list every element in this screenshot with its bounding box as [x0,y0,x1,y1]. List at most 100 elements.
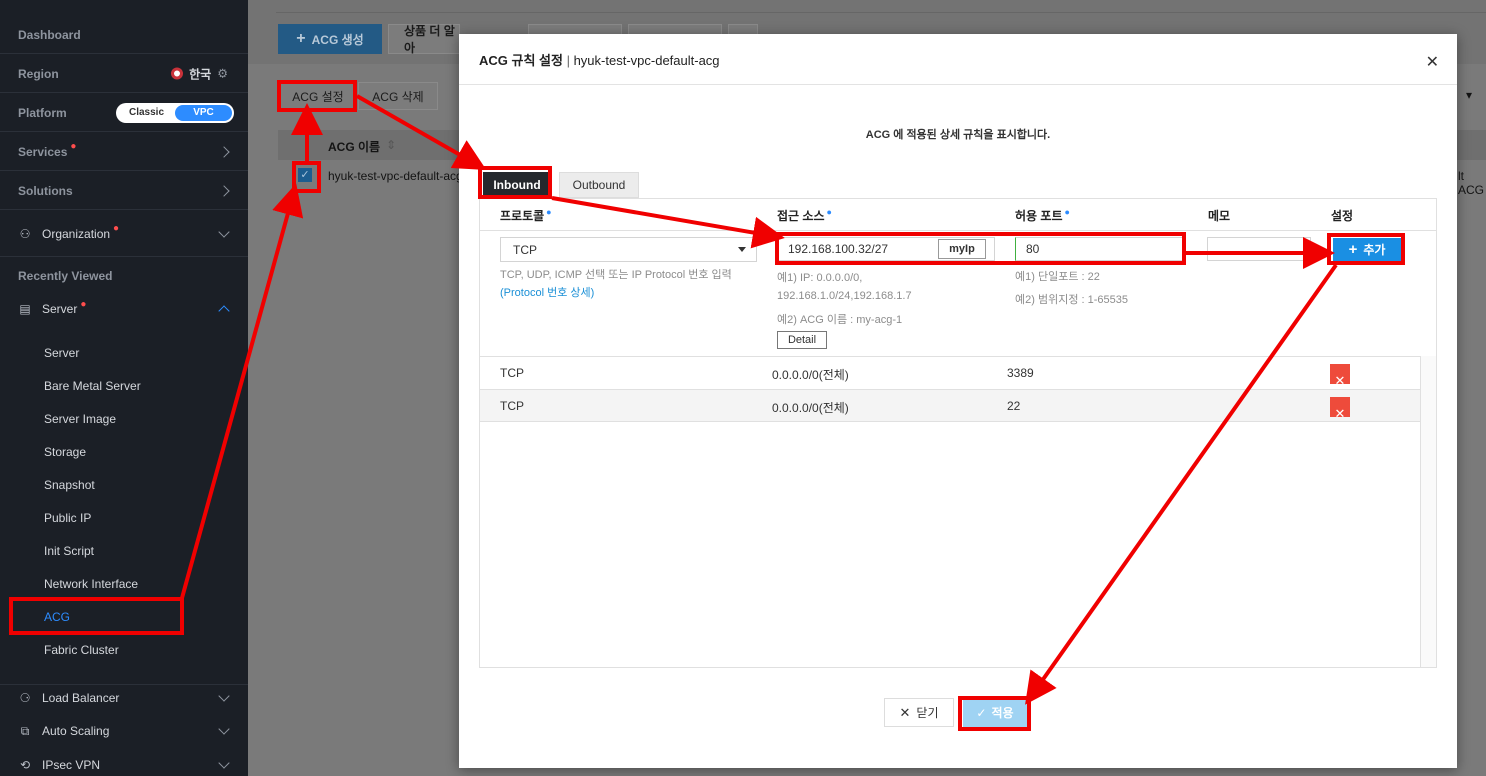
protocol-select[interactable]: TCP [500,237,757,262]
protocol-header-label: 프로토콜 [500,209,545,223]
platform-label: Platform [18,105,67,120]
detail-button[interactable]: Detail [777,331,827,349]
protocol-select-value: TCP [513,242,537,257]
sidebar-ipsec-vpn[interactable]: ⟲ IPsec VPN [0,752,248,776]
rules-scrollbar[interactable] [1420,356,1436,667]
region-label: Region [18,66,59,81]
sidebar-organization[interactable]: ⚇ Organization ● [0,211,248,257]
port-input[interactable]: 80 [1015,237,1185,261]
chevron-down-icon [218,757,230,769]
server-submenu-storage[interactable]: Storage [44,445,86,459]
rule-source: 0.0.0.0/0(전체) [772,368,849,382]
delete-rule-button[interactable]: ✕ [1330,397,1350,421]
organization-label: Organization [42,226,111,241]
platform-classic-option[interactable]: Classic [118,105,175,121]
solutions-label: Solutions [18,183,73,198]
modal-header-divider [459,84,1457,85]
sidebar-platform: Platform Classic VPC [0,94,248,132]
server-submenu-server[interactable]: Server [44,346,79,360]
port-header-label: 허용 포트 [1015,209,1063,223]
modal-description: ACG 에 적용된 상세 규칙을 표시합니다. [865,129,1051,141]
modal-title-text: ACG 규칙 설정 [479,53,563,68]
chevron-right-icon [218,145,230,158]
close-button-label: 닫기 [916,706,939,720]
server-submenu-public-ip[interactable]: Public IP [44,511,91,525]
source-header-label: 접근 소스 [777,209,825,223]
sidebar-auto-scaling[interactable]: ⧉ Auto Scaling [0,718,248,744]
dropdown-caret-icon[interactable]: ▾ [1466,88,1472,102]
source-help-line-2: 192.168.1.0/24,192.168.1.7 [777,290,912,302]
port-help-line-1: 예1) 단일포트 : 22 [1015,271,1100,283]
server-icon: ▤ [19,302,31,316]
create-acg-button[interactable]: + ACG 생성 [278,24,382,54]
tab-outbound[interactable]: Outbound [559,172,639,198]
close-icon: ✕ [1334,406,1346,421]
server-submenu-network-interface[interactable]: Network Interface [44,577,138,591]
auto-scaling-icon: ⧉ [20,723,30,738]
rule-port: 22 [1007,399,1021,413]
acg-settings-button[interactable]: ACG 설정 [280,82,356,110]
myip-button[interactable]: myIp [938,239,986,259]
memo-column-header: 메모 [1208,209,1231,223]
close-button[interactable]: ✕ 닫기 [884,698,954,727]
new-dot-icon: ● [80,298,87,310]
server-submenu-init-script[interactable]: Init Script [44,544,94,558]
acg-delete-button[interactable]: ACG 삭제 [358,82,438,110]
sidebar-solutions[interactable]: Solutions [0,172,248,210]
server-submenu-bare-metal[interactable]: Bare Metal Server [44,379,141,393]
platform-vpc-option[interactable]: VPC [175,104,232,121]
table-row: TCP 0.0.0.0/0(전체) 22 ✕ [480,389,1420,422]
services-label: Services [18,144,68,159]
top-divider [276,12,1486,13]
rule-source: 0.0.0.0/0(전체) [772,401,849,415]
modal-title: ACG 규칙 설정 | hyuk-test-vpc-default-acg [479,50,720,69]
create-acg-label: ACG 생성 [311,32,364,47]
acg-row-right-text: lt ACG [1458,169,1485,197]
auto-scaling-label: Auto Scaling [42,724,110,738]
sidebar-services[interactable]: Services ● [0,133,248,171]
close-icon: ✕ [1334,373,1346,388]
protocol-number-link[interactable]: Protocol 번호 상세 [504,287,591,299]
chevron-down-icon [218,723,230,735]
server-submenu-acg[interactable]: ACG [44,610,70,624]
close-icon[interactable]: ✕ [1426,52,1439,72]
apply-button[interactable]: ✓ 적용 [963,698,1027,727]
chevron-up-icon [218,305,230,317]
dashboard-label: Dashboard [18,27,81,42]
source-help: 예1) IP: 0.0.0.0/0, 192.168.1.0/24,192.16… [777,269,912,305]
new-dot-icon: ● [113,223,120,234]
server-submenu-fabric-cluster[interactable]: Fabric Cluster [44,643,119,657]
sidebar-server[interactable]: ▤ Server ● [0,296,248,322]
add-rule-label: 추가 [1363,243,1386,257]
port-help-line-2: 예2) 범위지정 : 1-65535 [1015,294,1128,306]
tab-inbound[interactable]: Inbound [483,172,551,198]
gear-icon[interactable]: ⚙ [217,67,228,81]
sort-icon[interactable]: ⇕ [386,138,396,152]
rules-table: 프로토콜 ● 접근 소스 ● 허용 포트 ● 메모 설정 TCP TCP, UDP, … [479,198,1437,668]
organization-icon: ⚇ [19,226,31,241]
more-products-button[interactable]: 상품 더 알아 [388,24,460,55]
chevron-down-icon [218,225,230,238]
acg-name-column-header[interactable]: ACG 이름 [328,138,380,155]
port-input-value: 80 [1026,242,1040,256]
sidebar-dashboard[interactable]: Dashboard [0,16,248,54]
memo-input[interactable] [1207,237,1311,261]
delete-rule-button[interactable]: ✕ [1330,364,1350,388]
acg-row-name[interactable]: hyuk-test-vpc-default-acg [328,169,463,183]
rule-protocol: TCP [500,399,524,413]
platform-toggle[interactable]: Classic VPC [116,102,234,123]
korea-flag-icon [171,67,184,80]
server-submenu-snapshot[interactable]: Snapshot [44,478,95,492]
source-help-acg: 예2) ACG 이름 : my-acg-1 [777,314,903,326]
sidebar-region[interactable]: Region 한국 ⚙ [0,55,248,93]
title-separator: | [566,53,574,68]
source-column-header: 접근 소스 ● [777,207,832,224]
protocol-link-close: ) [590,287,595,299]
server-submenu-server-image[interactable]: Server Image [44,412,116,426]
add-rule-button[interactable]: + 추가 [1333,238,1401,261]
check-icon: ✓ [976,705,987,720]
row-checkbox[interactable]: ✓ [298,168,312,182]
ipsec-vpn-label: IPsec VPN [42,758,101,772]
sidebar-load-balancer[interactable]: ⚆ Load Balancer [0,684,248,710]
server-label: Server [42,302,78,316]
